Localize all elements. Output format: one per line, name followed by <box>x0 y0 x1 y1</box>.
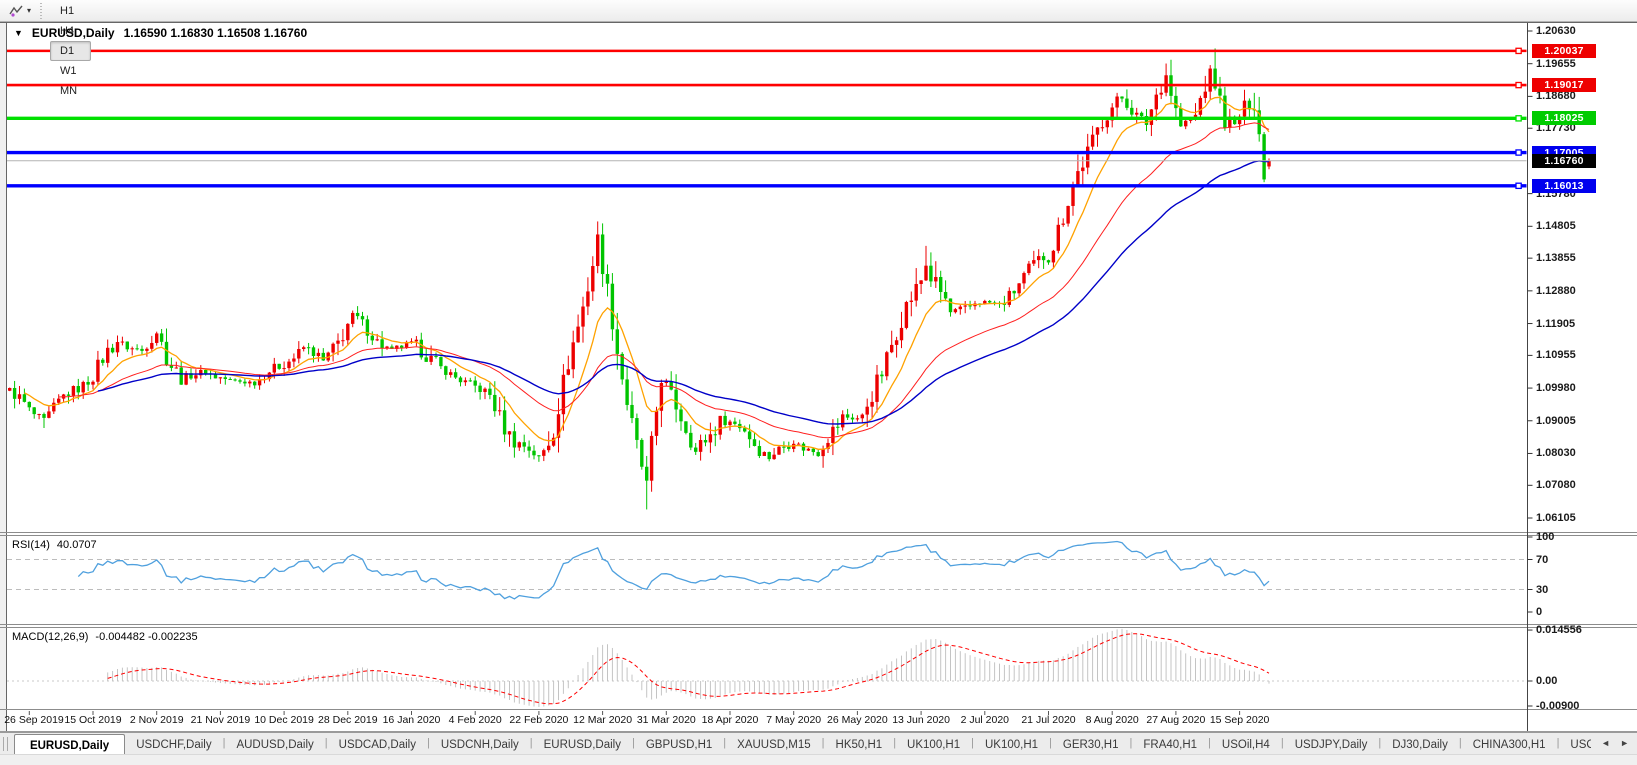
timeframe-button-d1[interactable]: D1 <box>50 40 92 61</box>
collapse-chart-icon[interactable]: ▼ <box>14 28 23 38</box>
toolbar: ▾ M1M5M15M30H1H4D1W1MN <box>0 0 1637 97</box>
chart-tab-hk50-h1[interactable]: HK50,H1 <box>825 733 894 754</box>
macd-axis-tick: 0.00 <box>1536 675 1558 687</box>
tabbar-grip <box>3 737 8 751</box>
timeframe-button-w1[interactable]: W1 <box>50 61 91 81</box>
price-axis-tick: 1.09980 <box>1536 382 1576 395</box>
chart-tab-dj30-daily[interactable]: DJ30,Daily <box>1381 733 1459 754</box>
price-scale-label-1.18025: 1.18025 <box>1532 111 1596 126</box>
rsi-axis-tick: 0 <box>1536 606 1543 618</box>
price-axis-tick: 1.19655 <box>1536 57 1576 70</box>
rsi-name: RSI(14) <box>12 539 50 551</box>
timeframe-toolbar: M1M5M15M30H1H4D1W1MN <box>48 0 93 101</box>
chart-tab-usoil-h4[interactable]: USOil,H4 <box>1211 733 1281 754</box>
chart-tab-usdjpy-daily[interactable]: USDJPY,Daily <box>1284 733 1379 754</box>
rsi-panel-label: RSI(14) 40.0707 <box>12 539 97 551</box>
chart-tab-audusd-daily[interactable]: AUDUSD,Daily <box>225 733 324 754</box>
timeframe-button-h1[interactable]: H1 <box>50 1 91 21</box>
drawing-tool-button[interactable]: ▾ <box>4 4 36 18</box>
rsi-axis-tick: 100 <box>1536 531 1555 543</box>
chart-tab-usoil-h[interactable]: USOil,H <box>1559 733 1591 754</box>
chart-tab-eurusd-daily[interactable]: EURUSD,Daily <box>13 734 126 754</box>
chart-tab-xauusd-m15[interactable]: XAUUSD,M15 <box>726 733 822 754</box>
chart-tab-ger30-h1[interactable]: GER30,H1 <box>1052 733 1130 754</box>
price-scale-label-1.19017: 1.19017 <box>1532 78 1596 93</box>
price-axis-tick: 1.07080 <box>1536 479 1576 492</box>
chart-tab-china300-h1[interactable]: CHINA300,H1 <box>1462 733 1557 754</box>
tabs-scroll-left-icon[interactable]: ◄ <box>1601 737 1610 749</box>
macd-values: -0.004482 -0.002235 <box>95 631 198 643</box>
macd-name: MACD(12,26,9) <box>12 631 89 643</box>
chart-tab-usdcad-daily[interactable]: USDCAD,Daily <box>328 733 427 754</box>
price-scale-label-1.20037: 1.20037 <box>1532 43 1596 58</box>
toolbar-grip[interactable] <box>40 2 43 19</box>
chart-tab-usdchf-daily[interactable]: USDCHF,Daily <box>125 733 222 754</box>
timeframe-button-h4[interactable]: H4 <box>50 21 91 41</box>
chart-tabs: EURUSD,Daily USDCHF,Daily | AUDUSD,Daily | US… <box>13 733 1591 754</box>
price-scale-label-1.16013: 1.16013 <box>1532 178 1596 193</box>
rsi-axis-tick: 70 <box>1536 553 1549 566</box>
price-axis-tick: 1.13855 <box>1536 252 1576 265</box>
price-scale-label-1.16760: 1.16760 <box>1532 153 1596 168</box>
price-axis-tick: 1.11905 <box>1536 317 1576 330</box>
macd-panel-label: MACD(12,26,9) -0.004482 -0.002235 <box>12 631 198 643</box>
timeframe-button-mn[interactable]: MN <box>50 81 91 101</box>
price-axis-tick: 1.06105 <box>1536 511 1576 524</box>
macd-axis-tick: -0.00900 <box>1536 700 1580 712</box>
line-studies-icon <box>9 5 23 17</box>
price-axis-tick: 1.12880 <box>1536 284 1576 297</box>
tab-scroll-buttons: ◄ ► <box>1601 737 1629 749</box>
rsi-value: 40.0707 <box>56 539 97 551</box>
macd-axis-tick: 0.014556 <box>1536 624 1582 637</box>
chart-window <box>6 22 1637 732</box>
price-axis-tick: 1.20630 <box>1536 25 1576 37</box>
chart-ohlc-values: 1.16590 1.16830 1.16508 1.16760 <box>123 26 308 40</box>
tabs-scroll-right-icon[interactable]: ► <box>1620 737 1629 749</box>
tool-dropdown-caret-icon[interactable]: ▾ <box>27 6 31 15</box>
price-axis-tick: 1.09005 <box>1536 414 1576 427</box>
chart-tab-fra40-h1[interactable]: FRA40,H1 <box>1132 733 1208 754</box>
price-axis-tick: 1.10955 <box>1536 349 1576 362</box>
price-axis-tick: 1.14805 <box>1536 220 1576 233</box>
chart-tab-gbpusd-h1[interactable]: GBPUSD,H1 <box>635 733 723 754</box>
status-strip <box>0 754 1637 765</box>
chart-tab-uk100-h1[interactable]: UK100,H1 <box>974 733 1049 754</box>
date-axis-label: 15 Sep 2020 <box>1209 714 1270 726</box>
chart-tab-bar: EURUSD,Daily USDCHF,Daily | AUDUSD,Daily | US… <box>0 732 1637 754</box>
chart-tab-uk100-h1[interactable]: UK100,H1 <box>896 733 971 754</box>
chart-tab-eurusd-daily[interactable]: EURUSD,Daily <box>533 733 632 754</box>
price-axis-tick: 1.08030 <box>1536 447 1576 460</box>
chart-tab-usdcnh-daily[interactable]: USDCNH,Daily <box>430 733 530 754</box>
rsi-axis-tick: 30 <box>1536 583 1549 596</box>
price-axis-tick: 1.18680 <box>1536 90 1576 103</box>
